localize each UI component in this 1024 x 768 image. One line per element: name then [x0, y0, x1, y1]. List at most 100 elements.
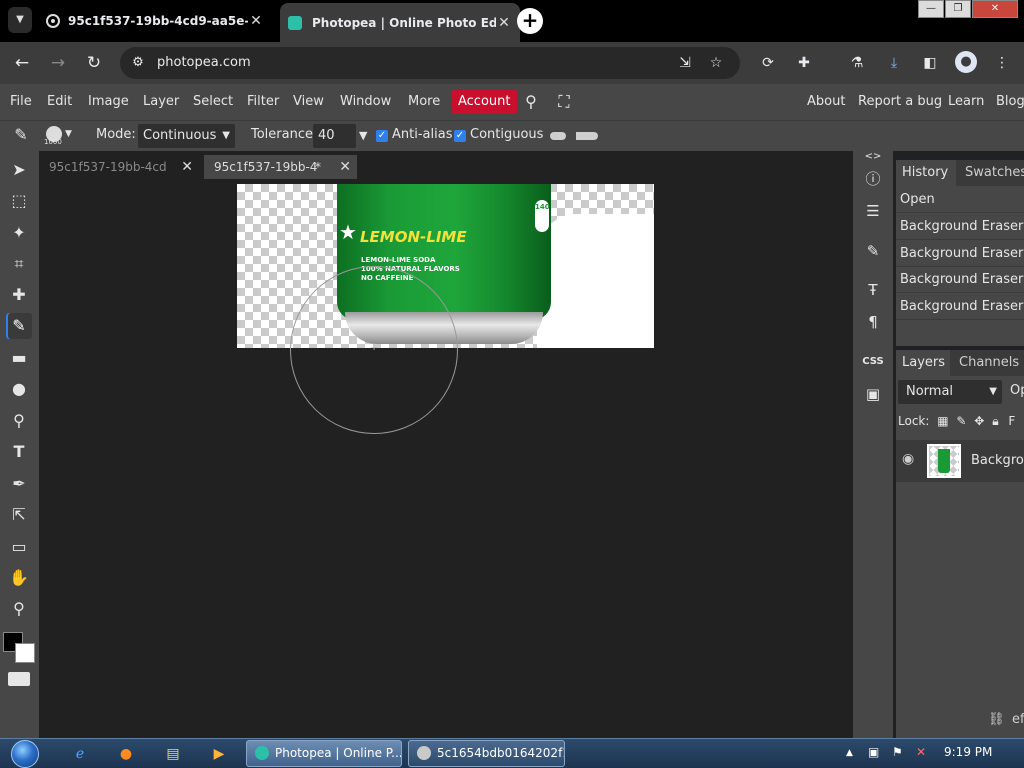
tab-search-button[interactable]: ▼: [8, 7, 32, 33]
extensions-puzzle-icon[interactable]: ✚: [792, 51, 816, 75]
image-panel-icon[interactable]: ▣: [862, 383, 884, 405]
restore-button[interactable]: ❐: [945, 0, 971, 18]
menu-image[interactable]: Image: [88, 84, 129, 120]
browser-tab-image[interactable]: 95c1f537-19bb-4cd9-aa5e-d2f ✕: [40, 5, 272, 37]
menu-filter[interactable]: Filter: [247, 84, 279, 120]
pressure-opacity-toggle-icon[interactable]: [576, 132, 598, 140]
path-select-tool-icon[interactable]: ⇱: [6, 502, 32, 528]
back-arrow-icon[interactable]: ←: [9, 50, 35, 76]
side-panel-icon[interactable]: ◧: [918, 51, 942, 75]
internet-explorer-icon[interactable]: ℯ: [70, 744, 90, 764]
marquee-tool-icon[interactable]: ⬚: [6, 188, 32, 214]
search-icon[interactable]: ⚲: [521, 92, 541, 112]
tab-close-icon[interactable]: ✕: [248, 13, 264, 29]
account-button[interactable]: Account: [452, 90, 517, 114]
forward-arrow-icon[interactable]: →: [45, 50, 71, 76]
keyboard-icon[interactable]: [8, 672, 30, 686]
bookmark-star-icon[interactable]: ☆: [706, 53, 726, 73]
hand-tool-icon[interactable]: ✋: [6, 565, 32, 591]
menu-layer[interactable]: Layer: [143, 84, 179, 120]
tray-flag-icon[interactable]: ⚑: [892, 745, 903, 759]
document-tab-2[interactable]: 95c1f537-19bb-4 * ✕: [204, 155, 357, 179]
brush-panel-icon[interactable]: ✎: [862, 240, 884, 262]
firefox-icon[interactable]: ●: [116, 744, 136, 764]
contiguous-checkbox[interactable]: ✓: [454, 130, 466, 142]
lock-transparency-icon[interactable]: ▦: [937, 414, 948, 428]
close-icon[interactable]: ✕: [181, 155, 193, 179]
window-close-button[interactable]: ✕: [972, 0, 1018, 18]
new-tab-button[interactable]: +: [517, 8, 543, 34]
start-button[interactable]: [8, 739, 42, 768]
tray-network-icon[interactable]: ▣: [868, 745, 879, 759]
lock-all-icon[interactable]: 🔒︎: [992, 414, 998, 428]
character-panel-icon[interactable]: Ŧ: [862, 279, 884, 301]
brush-dropdown-chevron-icon[interactable]: ▼: [65, 129, 72, 139]
crop-tool-icon[interactable]: ⌗: [6, 251, 32, 277]
visibility-eye-icon[interactable]: ◉: [902, 451, 914, 467]
lock-move-icon[interactable]: ✥: [974, 414, 984, 428]
tolerance-slider-chevron-icon[interactable]: ▼: [359, 129, 367, 142]
tab-history[interactable]: History: [896, 160, 956, 186]
history-item[interactable]: Background Eraser: [896, 241, 1024, 267]
move-tool-icon[interactable]: ➤: [6, 157, 32, 183]
link-layers-icon[interactable]: ⛓: [988, 712, 1005, 727]
tool-preset-eraser-icon[interactable]: ✎: [8, 122, 34, 148]
menu-view[interactable]: View: [293, 84, 324, 120]
mode-select[interactable]: Continuous ▼: [138, 124, 235, 148]
gradient-tool-icon[interactable]: ▬: [6, 345, 32, 371]
history-item[interactable]: Background Eraser: [896, 267, 1024, 293]
taskbar-task-image[interactable]: 5c1654bdb0164202f1...: [408, 740, 565, 767]
labs-flask-icon[interactable]: ⚗: [845, 51, 869, 75]
healing-tool-icon[interactable]: ✚: [6, 282, 32, 308]
tray-expand-icon[interactable]: ▲: [846, 748, 853, 758]
document-tab-1[interactable]: 95c1f537-19bb-4cd ✕: [39, 155, 199, 179]
tolerance-input[interactable]: 40: [313, 124, 356, 148]
document-area[interactable]: 95c1f537-19bb-4cd ✕ 95c1f537-19bb-4 * ✕ …: [39, 151, 853, 738]
taskbar-task-photopea[interactable]: Photopea | Online P...: [246, 740, 402, 767]
menu-select[interactable]: Select: [193, 84, 233, 120]
reload-icon[interactable]: ↻: [81, 50, 107, 76]
media-player-icon[interactable]: ▶: [209, 744, 229, 764]
layer-row[interactable]: ◉ Backgrou: [896, 440, 1024, 482]
magic-wand-tool-icon[interactable]: ✦: [6, 220, 32, 246]
history-item[interactable]: Open: [896, 187, 1024, 213]
menu-window[interactable]: Window: [340, 84, 391, 120]
minimize-button[interactable]: —: [918, 0, 944, 18]
tab-layers[interactable]: Layers: [896, 350, 950, 376]
chrome-menu-icon[interactable]: ⋮: [990, 51, 1014, 75]
close-icon[interactable]: ✕: [339, 155, 351, 179]
menu-file[interactable]: File: [10, 84, 32, 120]
zoom-tool-icon[interactable]: ⚲: [6, 596, 32, 622]
adjustments-icon[interactable]: ☰: [862, 200, 884, 222]
profile-avatar-icon[interactable]: ●: [955, 51, 977, 73]
link-about[interactable]: About: [807, 84, 845, 120]
menu-more[interactable]: More: [408, 84, 440, 120]
anti-alias-checkbox[interactable]: ✓: [376, 130, 388, 142]
history-item[interactable]: Background Eraser: [896, 294, 1024, 320]
link-learn[interactable]: Learn: [948, 84, 984, 120]
site-info-icon[interactable]: ⚙: [128, 53, 148, 73]
info-icon[interactable]: ⓘ: [862, 168, 884, 190]
taskbar-clock[interactable]: 9:19 PM: [944, 745, 992, 759]
tab-channels[interactable]: Channels: [953, 350, 1023, 376]
paragraph-panel-icon[interactable]: ¶: [862, 311, 884, 333]
browser-tab-photopea[interactable]: Photopea | Online Photo Editor ✕: [280, 3, 520, 42]
file-explorer-icon[interactable]: ▤: [163, 744, 183, 764]
history-item[interactable]: Background Eraser: [896, 214, 1024, 240]
tab-swatches[interactable]: Swatches: [959, 160, 1024, 186]
background-color-swatch[interactable]: [15, 643, 35, 663]
menu-edit[interactable]: Edit: [47, 84, 72, 120]
tab-close-icon[interactable]: ✕: [496, 15, 512, 31]
pen-tool-icon[interactable]: ✒: [6, 471, 32, 497]
lock-paint-icon[interactable]: ✎: [956, 414, 966, 428]
extension-sync-icon[interactable]: ⟳: [756, 51, 780, 75]
fullscreen-icon[interactable]: ⛶: [554, 92, 574, 112]
css-panel-icon[interactable]: CSS: [862, 351, 884, 373]
type-tool-icon[interactable]: T: [6, 439, 32, 465]
link-blog[interactable]: Blog: [996, 84, 1024, 120]
collapse-panels-icon[interactable]: <>: [862, 151, 884, 163]
tray-volume-muted-icon[interactable]: ✕: [916, 745, 926, 759]
blur-tool-icon[interactable]: ●: [6, 376, 32, 402]
dodge-tool-icon[interactable]: ⚲: [6, 408, 32, 434]
install-app-icon[interactable]: ⇲: [675, 53, 695, 73]
